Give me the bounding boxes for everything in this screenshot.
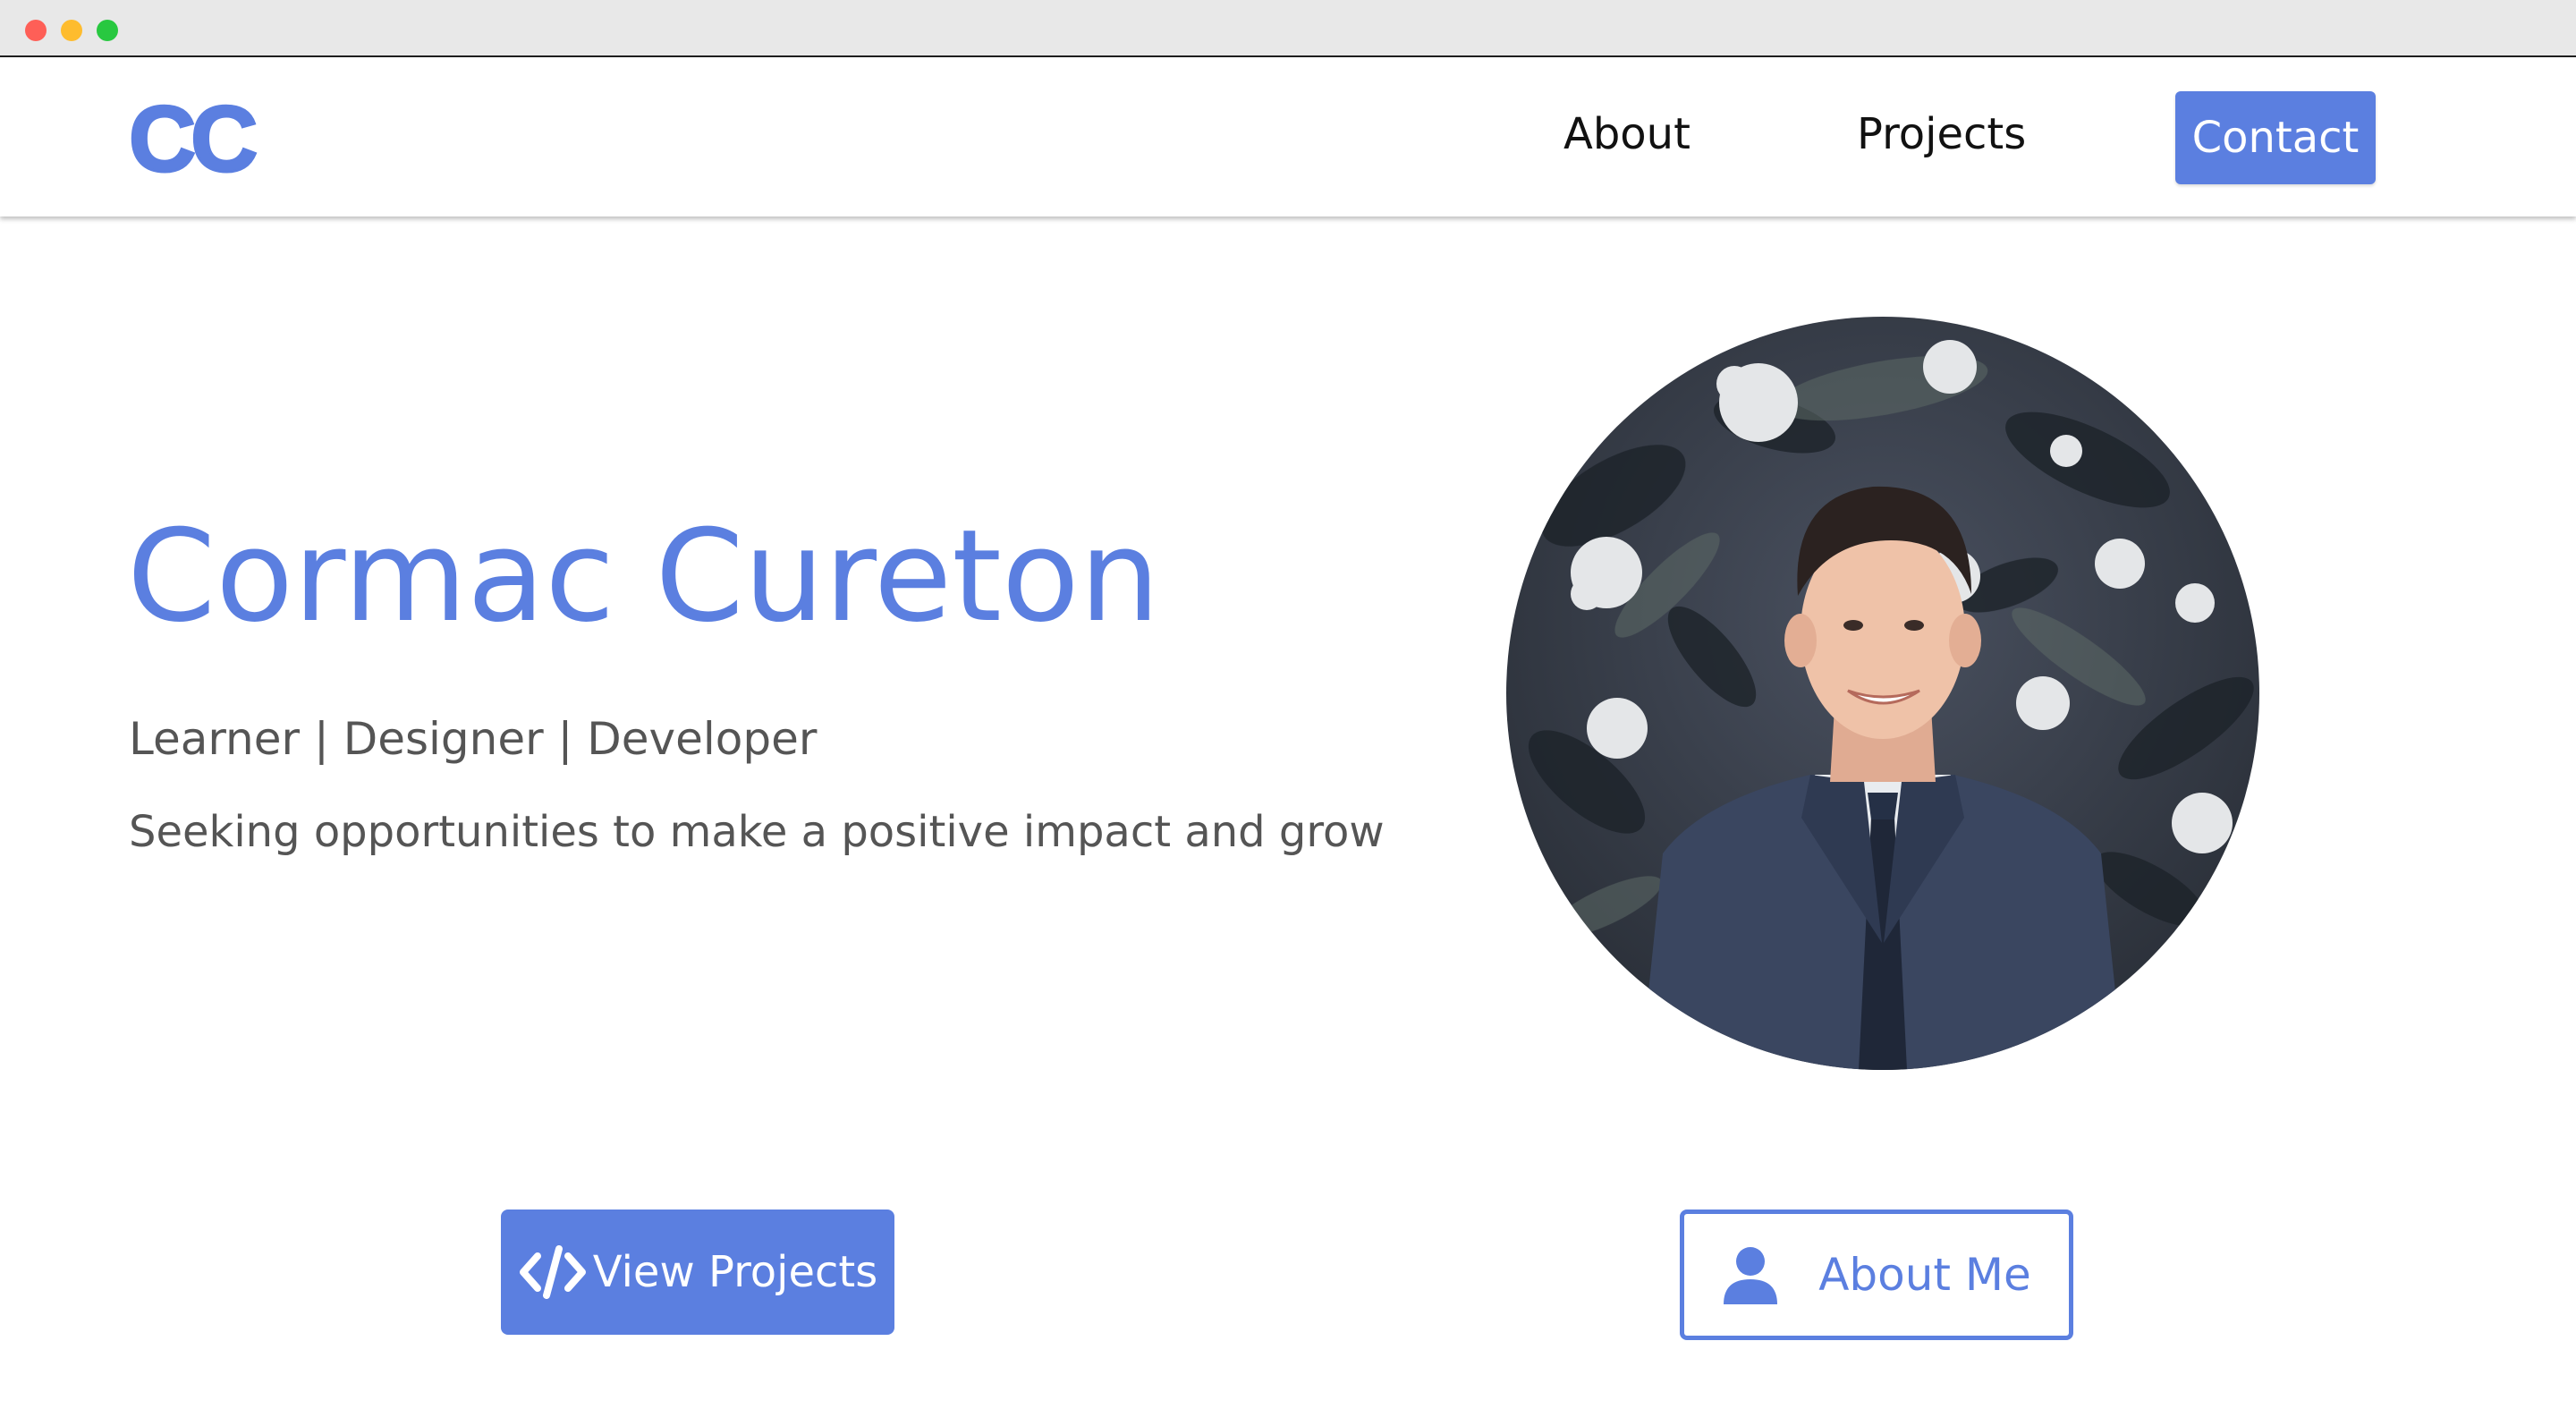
contact-button[interactable]: Contact — [2175, 91, 2376, 184]
person-icon — [1722, 1245, 1779, 1304]
portrait-illustration — [1506, 317, 2259, 1070]
hero-tagline: Seeking opportunities to make a positive… — [129, 807, 1385, 857]
window-titlebar — [0, 0, 2576, 57]
portrait-photo — [1506, 317, 2259, 1070]
nav-link-about[interactable]: About — [1563, 107, 1690, 161]
site-navbar: CC About Projects Contact — [0, 57, 2576, 216]
site-logo[interactable]: CC — [127, 92, 258, 188]
hero-name: Cormac Cureton — [127, 503, 1160, 650]
code-icon — [518, 1245, 588, 1299]
maximize-window-button[interactable] — [97, 20, 118, 41]
view-projects-label: View Projects — [592, 1247, 878, 1297]
hero-roles: Learner | Designer | Developer — [129, 713, 818, 765]
minimize-window-button[interactable] — [61, 20, 82, 41]
about-me-button[interactable]: About Me — [1680, 1210, 2073, 1340]
nav-link-projects[interactable]: Projects — [1857, 107, 2026, 161]
close-window-button[interactable] — [25, 20, 47, 41]
view-projects-button[interactable]: View Projects — [501, 1210, 894, 1335]
about-me-label: About Me — [1818, 1249, 2031, 1301]
